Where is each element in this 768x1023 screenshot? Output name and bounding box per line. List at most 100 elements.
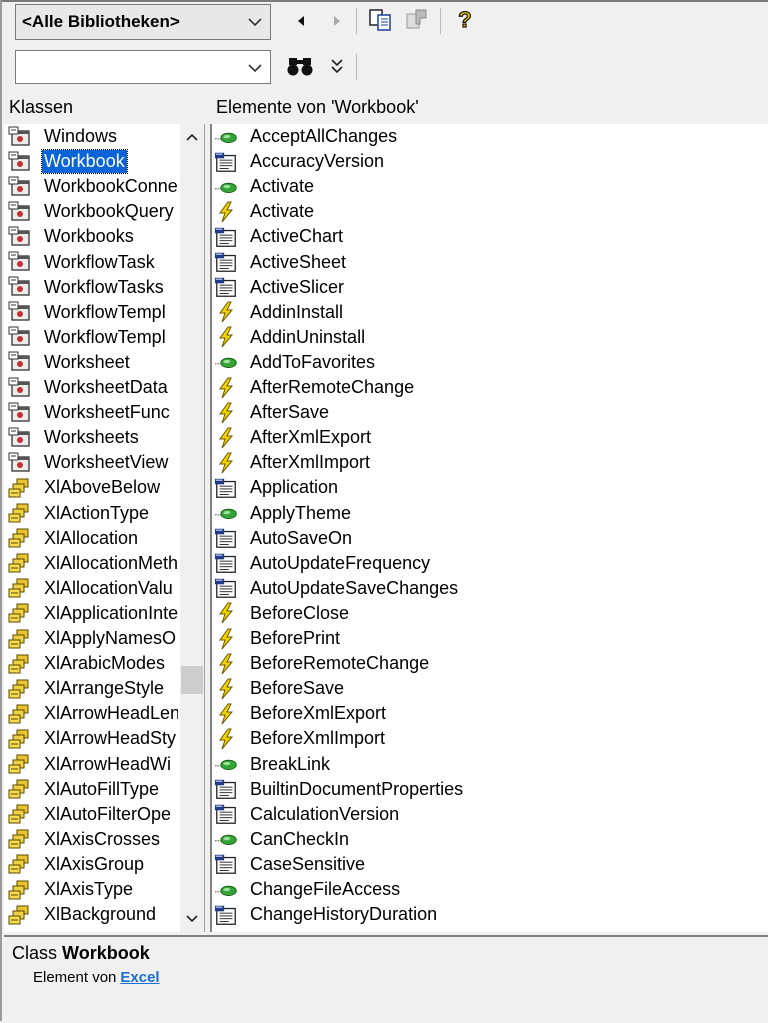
- class-list-item[interactable]: XlArrowHeadWi: [8, 752, 178, 777]
- details-title: Class Workbook: [12, 943, 150, 964]
- member-list-item[interactable]: CaseSensitive: [214, 852, 367, 877]
- class-list-item[interactable]: XlActionType: [8, 501, 178, 526]
- expand-search-button[interactable]: [324, 53, 350, 79]
- class-list-item[interactable]: Workbook: [8, 149, 178, 175]
- library-combo[interactable]: <Alle Bibliotheken>: [15, 4, 271, 40]
- member-list-item[interactable]: Activate: [214, 174, 316, 199]
- class-list-item[interactable]: WorkflowTempl: [8, 325, 178, 350]
- view-definition-button[interactable]: [404, 7, 430, 33]
- search-button[interactable]: [285, 53, 315, 79]
- member-list-item[interactable]: AccuracyVersion: [214, 149, 386, 174]
- class-list-item[interactable]: WorkbookQuery: [8, 199, 178, 224]
- method-icon: [214, 176, 238, 198]
- member-label: Activate: [250, 201, 315, 222]
- member-list-item[interactable]: Activate: [214, 199, 316, 224]
- class-list-item[interactable]: WorkbookConne: [8, 174, 178, 199]
- class-list-item[interactable]: XlAutoFilterOpe: [8, 802, 178, 827]
- class-list-item[interactable]: XlArrowHeadSty: [8, 726, 178, 751]
- member-list-item[interactable]: ActiveChart: [214, 224, 345, 249]
- member-list-item[interactable]: BreakLink: [214, 752, 332, 777]
- event-icon: [214, 678, 238, 700]
- member-list-item[interactable]: AcceptAllChanges: [214, 124, 399, 149]
- class-list-item[interactable]: Worksheets: [8, 425, 178, 450]
- class-list-item[interactable]: XlBackground: [8, 902, 178, 927]
- class-list-item[interactable]: WorkflowTempl: [8, 300, 178, 325]
- member-list-item[interactable]: AfterSave: [214, 400, 331, 425]
- enum-icon: [8, 628, 32, 650]
- member-list-item[interactable]: BeforeXmlImport: [214, 726, 387, 751]
- class-list-item[interactable]: WorksheetFunc: [8, 400, 178, 425]
- forward-button[interactable]: [324, 8, 350, 34]
- class-list-item[interactable]: XlApplicationInte: [8, 601, 178, 626]
- classes-header: Klassen: [9, 97, 74, 117]
- member-list-item[interactable]: ActiveSlicer: [214, 275, 346, 300]
- member-list-item[interactable]: AfterXmlExport: [214, 425, 373, 450]
- class-icon: [8, 351, 32, 373]
- copy-icon: [369, 9, 391, 31]
- member-list-item[interactable]: AfterXmlImport: [214, 450, 372, 475]
- member-label: AfterSave: [250, 402, 330, 423]
- class-list-item[interactable]: XlAutoFillType: [8, 777, 178, 802]
- class-list-item[interactable]: WorkflowTasks: [8, 275, 178, 300]
- copy-button[interactable]: [368, 7, 394, 33]
- member-list-item[interactable]: CalculationVersion: [214, 802, 401, 827]
- class-list-item[interactable]: XlAllocationValu: [8, 576, 178, 601]
- member-list-item[interactable]: AddinInstall: [214, 300, 345, 325]
- member-list-item[interactable]: BeforeXmlExport: [214, 701, 388, 726]
- help-button[interactable]: ?: [452, 7, 478, 33]
- double-chevron-down-icon: [331, 59, 343, 74]
- member-list-item[interactable]: Application: [214, 475, 340, 500]
- member-list-item[interactable]: AutoSaveOn: [214, 526, 354, 551]
- class-icon: [8, 126, 32, 148]
- member-list-item[interactable]: AutoUpdateFrequency: [214, 551, 432, 576]
- member-label: AutoUpdateFrequency: [250, 552, 431, 573]
- class-list-item[interactable]: XlAxisType: [8, 877, 178, 902]
- member-list-item[interactable]: BeforeSave: [214, 676, 346, 701]
- class-list-item[interactable]: XlAboveBelow: [8, 475, 178, 500]
- member-list-item[interactable]: AddToFavorites: [214, 350, 377, 375]
- class-list-item[interactable]: XlArrangeStyle: [8, 676, 178, 701]
- members-list[interactable]: AcceptAllChanges AccuracyVersion Activate A…: [210, 124, 768, 932]
- class-list-item[interactable]: XlArrowHeadLen: [8, 701, 178, 726]
- class-label: XlAxisCrosses: [44, 828, 161, 849]
- scroll-thumb[interactable]: [181, 666, 203, 694]
- member-list-item[interactable]: AddinUninstall: [214, 325, 367, 350]
- member-list-item[interactable]: AfterRemoteChange: [214, 375, 416, 400]
- class-list-item[interactable]: XlAllocationMeth: [8, 551, 178, 576]
- member-list-item[interactable]: ApplyTheme: [214, 501, 353, 526]
- member-list-item[interactable]: BeforeRemoteChange: [214, 651, 431, 676]
- scroll-down-button[interactable]: [180, 908, 204, 930]
- member-list-item[interactable]: ChangeHistoryDuration: [214, 902, 439, 927]
- class-list-item[interactable]: Windows: [8, 124, 178, 149]
- property-icon: [214, 778, 238, 800]
- classes-scrollbar[interactable]: [180, 124, 204, 932]
- class-list-item[interactable]: WorksheetView: [8, 450, 178, 475]
- class-list-item[interactable]: XlAxisGroup: [8, 852, 178, 877]
- member-list-item[interactable]: ActiveSheet: [214, 250, 348, 275]
- class-list-item[interactable]: Worksheet: [8, 350, 178, 375]
- back-button[interactable]: [288, 8, 314, 34]
- member-list-item[interactable]: AutoUpdateSaveChanges: [214, 576, 460, 601]
- library-link[interactable]: Excel: [120, 969, 159, 986]
- member-list-item[interactable]: CanCheckIn: [214, 827, 351, 852]
- class-list-item[interactable]: Workbooks: [8, 224, 178, 249]
- member-label: AfterXmlImport: [250, 452, 371, 473]
- class-list-item[interactable]: XlAxisCrosses: [8, 827, 178, 852]
- member-list-item[interactable]: BuiltinDocumentProperties: [214, 777, 465, 802]
- class-list-item[interactable]: WorksheetData: [8, 375, 178, 400]
- class-list-item[interactable]: XlArabicModes: [8, 651, 178, 676]
- class-icon: [8, 251, 32, 273]
- member-label: CalculationVersion: [250, 803, 400, 824]
- member-list-item[interactable]: BeforePrint: [214, 626, 342, 651]
- classes-list[interactable]: Windows Workbook WorkbookConne WorkbookQuer…: [4, 124, 205, 932]
- toolbar-separator: [356, 8, 357, 34]
- search-combo[interactable]: [15, 50, 271, 84]
- class-list-item[interactable]: XlApplyNamesO: [8, 626, 178, 651]
- class-list-item[interactable]: WorkflowTask: [8, 250, 178, 275]
- scroll-up-button[interactable]: [180, 126, 204, 148]
- member-list-item[interactable]: BeforeClose: [214, 601, 351, 626]
- event-icon: [214, 201, 238, 223]
- class-list-item[interactable]: XlAllocation: [8, 526, 178, 551]
- chevron-down-icon: [248, 18, 262, 27]
- member-list-item[interactable]: ChangeFileAccess: [214, 877, 402, 902]
